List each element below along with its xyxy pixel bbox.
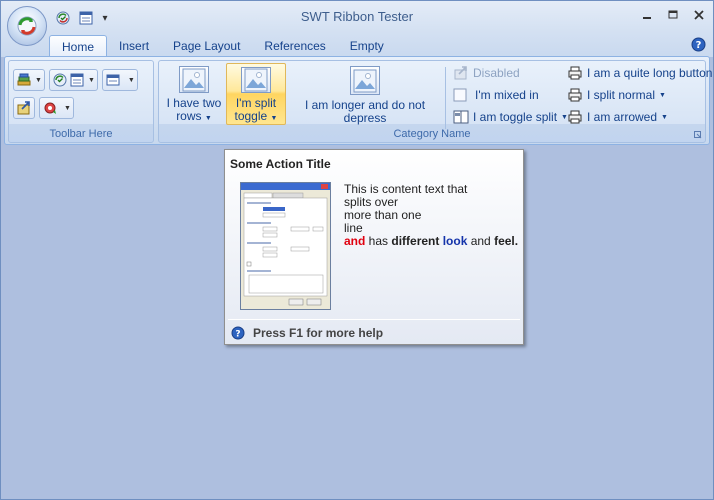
- app-window: ▾ SWT Ribbon Tester Home Insert Page Lay…: [0, 0, 714, 500]
- mixed-in-label: I'm mixed in: [475, 88, 539, 102]
- group-label-category: Category Name: [393, 128, 471, 140]
- printer-icon: [568, 88, 582, 102]
- svg-text:?: ?: [696, 40, 702, 51]
- window-controls: [639, 7, 707, 23]
- tooltip-help: ? Press F1 for more help: [231, 326, 383, 340]
- chevron-down-icon: ▼: [64, 104, 71, 112]
- image-icon: [179, 66, 209, 93]
- disabled-button-label: Disabled: [473, 66, 520, 80]
- split-panel-icon: [453, 110, 469, 124]
- export-icon: [454, 66, 467, 80]
- rich-word-feel: feel.: [494, 234, 519, 248]
- arrowed-button[interactable]: I am arrowed ▼: [567, 107, 668, 127]
- toolbar-sync-split[interactable]: ▼: [48, 69, 98, 91]
- split-normal-button[interactable]: I split normal ▼: [567, 85, 666, 105]
- long-button[interactable]: I am a quite long button: [567, 63, 712, 83]
- toolbar-group: ▼ ▼ ▼ ▼ Toolbar Here: [8, 60, 154, 143]
- group-separator: [445, 67, 446, 129]
- chevron-down-icon: ▼: [659, 91, 666, 99]
- list-window-icon: [70, 73, 84, 87]
- two-rows-button[interactable]: I have two rows ▼: [165, 63, 223, 125]
- checkbox-icon: [453, 88, 467, 102]
- rich-word-and: and: [344, 234, 366, 248]
- maximize-icon[interactable]: [665, 7, 681, 23]
- refresh-arrows-icon: [17, 16, 37, 36]
- image-icon: [241, 67, 271, 93]
- toggle-split-label: I am toggle split: [473, 110, 558, 124]
- chevron-down-icon: ▼: [87, 76, 95, 84]
- export-icon: [17, 101, 30, 115]
- printer-icon: [568, 66, 582, 80]
- toggle-split-button[interactable]: I am toggle split ▼: [453, 107, 568, 127]
- refresh-check-icon: [53, 73, 67, 87]
- printer-icon: [568, 110, 582, 124]
- split-normal-label: I split normal: [587, 88, 656, 102]
- stack-icon: [17, 73, 31, 86]
- tab-page-layout[interactable]: Page Layout: [161, 35, 252, 57]
- minimize-icon[interactable]: [639, 7, 655, 23]
- longer-button-label: I am longer and do not depress: [304, 98, 426, 125]
- mixed-in-checkbox[interactable]: I'm mixed in: [453, 85, 539, 105]
- split-toggle-button[interactable]: I'm split toggle ▼: [226, 63, 286, 125]
- svg-text:?: ?: [235, 330, 240, 340]
- disabled-button[interactable]: Disabled: [453, 63, 520, 83]
- tooltip-help-text: Press F1 for more help: [253, 326, 384, 340]
- rich-tooltip: Some Action Title This is content text t…: [224, 149, 524, 345]
- toolbar-process-dropdown[interactable]: ▼: [39, 97, 74, 119]
- gear-refresh-icon: [44, 102, 56, 114]
- help-icon: ?: [231, 326, 245, 340]
- tooltip-rich-line: and has different look and feel.: [344, 235, 519, 248]
- toolbar-window-dropdown[interactable]: ▼: [101, 69, 138, 91]
- toolbar-export-button[interactable]: [13, 97, 35, 119]
- ribbon-tab-strip: Home Insert Page Layout References Empty…: [1, 33, 713, 57]
- tooltip-body: This is content text that splits over mo…: [344, 183, 519, 248]
- toolbar-stack-dropdown[interactable]: ▼: [13, 69, 45, 91]
- tooltip-line: more than one: [344, 208, 422, 222]
- ribbon-panel: ▼ ▼ ▼ ▼ Toolbar Here I have two rows ▼ I…: [4, 56, 712, 145]
- split-toggle-line2: toggle ▼: [234, 109, 278, 123]
- group-label-toolbar: Toolbar Here: [49, 128, 113, 140]
- window-title: SWT Ribbon Tester: [300, 9, 414, 24]
- rich-word-and2: and: [467, 234, 495, 248]
- window-icon: [106, 74, 120, 86]
- close-icon[interactable]: [691, 7, 707, 23]
- tooltip-screenshot-image: [240, 182, 331, 310]
- chevron-down-icon: ▼: [35, 76, 42, 84]
- two-rows-button-line2: rows ▼: [176, 109, 212, 123]
- application-button[interactable]: [7, 6, 47, 46]
- image-icon: [350, 66, 380, 95]
- tab-insert[interactable]: Insert: [107, 35, 161, 57]
- rich-word-different: different: [391, 234, 440, 248]
- tooltip-title: Some Action Title: [230, 157, 331, 171]
- rich-word-look: look: [442, 234, 468, 248]
- arrowed-label: I am arrowed: [587, 110, 658, 124]
- chevron-down-icon: ▼: [127, 76, 135, 84]
- long-button-label: I am a quite long button: [587, 66, 713, 80]
- tooltip-divider: [228, 319, 520, 320]
- dialog-launcher-icon[interactable]: [694, 131, 702, 139]
- tab-home[interactable]: Home: [49, 35, 108, 57]
- tab-empty[interactable]: Empty: [338, 35, 396, 57]
- tab-references[interactable]: References: [252, 35, 337, 57]
- category-group: I have two rows ▼ I'm split toggle ▼ I a…: [158, 60, 712, 143]
- title-bar: ▾ SWT Ribbon Tester: [1, 1, 713, 33]
- rich-word-has: has: [365, 234, 392, 248]
- chevron-down-icon: ▼: [661, 113, 668, 121]
- help-icon[interactable]: ?: [691, 37, 706, 52]
- longer-button[interactable]: I am longer and do not depress: [288, 63, 442, 125]
